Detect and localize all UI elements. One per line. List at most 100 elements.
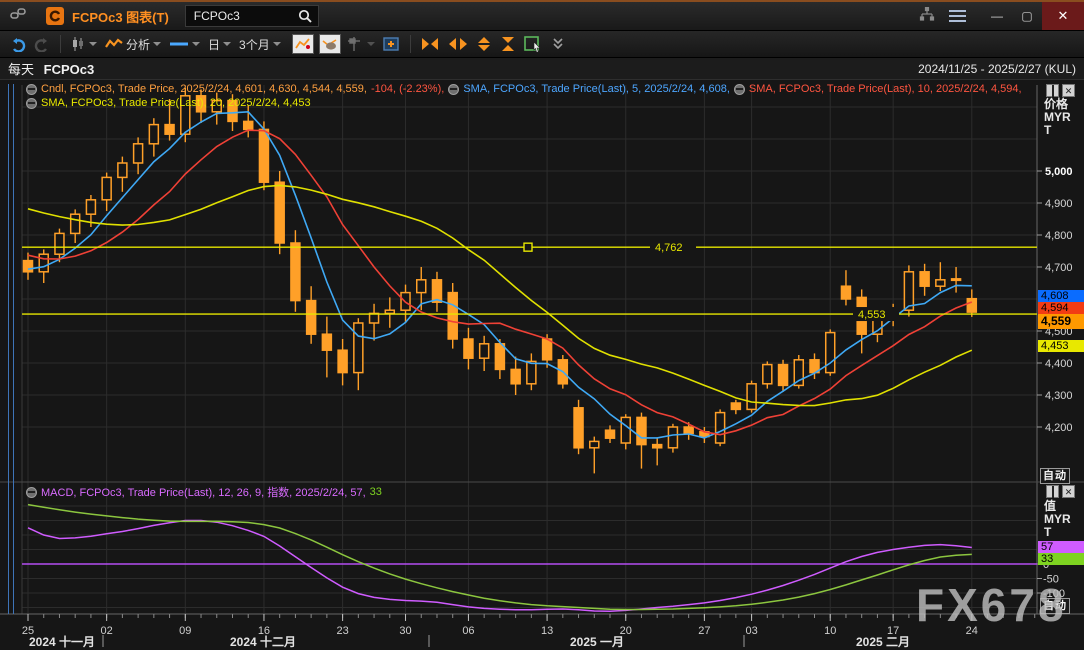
price-axis-auto-button[interactable]: 自动 [1040,468,1070,484]
menu-icon[interactable] [949,10,966,22]
macd-axis-auto-button[interactable]: 自动 [1040,598,1070,614]
panel-edge-handle[interactable] [8,84,14,614]
search-input[interactable] [186,9,296,23]
candle [606,425,615,443]
candle-body [385,310,394,313]
line-style-button[interactable] [166,38,203,50]
candle-body [574,408,583,448]
linked-windows-icon[interactable] [919,7,935,26]
legend-toggle-icon[interactable] [26,84,37,95]
search-icon[interactable] [296,8,314,24]
legend-toggle-icon[interactable] [26,98,37,109]
date-tick-label: 27 [698,625,710,637]
legend-candle: Cndl, FCPOc3, Trade Price, 2025/2/24, 4,… [41,83,367,95]
date-tick-label: 24 [966,625,978,637]
candle-body [668,427,677,448]
chart-preview-button[interactable] [292,34,314,54]
horizontal-trendline[interactable]: 4,762 [22,240,1037,254]
expand-horizontal-button[interactable] [417,35,443,53]
candle-body [590,441,599,447]
legend-toggle-icon[interactable] [734,84,745,95]
candle-body [763,365,772,384]
candle-body [354,323,363,373]
analysis-icon [105,38,123,50]
candle-body [606,430,615,438]
redo-button[interactable] [31,34,54,54]
compress-vertical-button[interactable] [497,34,519,54]
date-tick-label: 03 [745,625,757,637]
candle-body [165,125,174,135]
candle-body [39,254,48,272]
candle-body [244,121,253,129]
candle-body [464,339,473,358]
candle [448,283,457,349]
chart-plot[interactable]: 4,7624,553250209162330061320270310172420… [0,80,1084,650]
candle [637,413,646,469]
maximize-button[interactable]: ▢ [1012,2,1042,30]
date-tick-label: 13 [541,625,553,637]
annotate-chart-button[interactable] [319,34,341,54]
month-label: 2025 一月 [570,635,624,649]
titlebar-right-controls: — ▢ ✕ [919,2,1084,30]
candle-body [936,280,945,286]
horizontal-trendline[interactable]: 4,553 [22,307,1037,321]
indicator-value-box: 4,608 [1038,290,1084,302]
period-caret [223,42,231,46]
undo-button[interactable] [6,34,29,54]
legend-toggle-icon[interactable] [26,487,37,498]
range-button[interactable]: 3个月 [236,34,284,55]
more-tools-button[interactable] [549,35,567,53]
minimize-button[interactable]: — [982,2,1012,30]
compress-horizontal-button[interactable] [445,35,471,53]
legend-sma5: SMA, FCPOc3, Trade Price(Last), 5, 2025/… [463,83,730,95]
candle-body [511,369,520,383]
macd-tick-label: -50 [1043,574,1059,586]
candle [653,438,662,465]
legend-toggle-icon[interactable] [448,84,459,95]
macd-axis-t: T [1044,526,1071,539]
legend-sma10: SMA, FCPOc3, Trade Price(Last), 10, 2025… [749,83,1022,95]
select-region-button[interactable] [521,34,547,55]
candle [716,409,725,446]
candle [71,209,80,243]
indicator-value-box: 4,453 [1038,340,1084,352]
search-box[interactable] [185,5,319,27]
date-tick-label: 06 [462,625,474,637]
restore-panel-icon[interactable] [1046,485,1059,498]
candle-body [543,339,552,360]
candle-body [417,280,426,293]
link-icon[interactable] [10,7,26,26]
date-tick-label: 23 [336,625,348,637]
candle [322,317,331,378]
terminal-window: FCPOc3 图表(T) — ▢ ✕ 分析 [0,0,1084,649]
last-price-box: 4,559 [1038,314,1084,329]
candle [181,88,190,142]
chart-type-button[interactable] [67,34,100,54]
close-button[interactable]: ✕ [1042,2,1084,30]
toolbar-separator [410,35,411,53]
restore-panel-icon[interactable] [1046,84,1059,97]
candle [857,289,866,353]
candle [668,424,677,453]
period-button[interactable]: 日 [205,34,234,55]
candle [731,400,740,414]
chart-header: 每天 FCPOc3 2024/11/25 - 2025/2/27 (KUL) [0,58,1084,80]
candle [134,137,143,174]
add-panel-button[interactable] [380,34,404,54]
candle-body [495,344,504,370]
close-panel-icon[interactable]: ✕ [1062,84,1075,97]
macd-value-box: 33 [1038,553,1084,565]
candle [275,171,284,254]
line-style-caret [192,42,200,46]
chart-body: 4,7624,553250209162330061320270310172420… [0,80,1084,650]
period-label: 日 [208,36,220,53]
close-panel-icon[interactable]: ✕ [1062,485,1075,498]
candle-body [904,272,913,310]
macd-axis-unit: 值 MYR T [1044,500,1071,539]
candle-body [841,286,850,299]
trendline-handle[interactable] [524,243,532,251]
candle-body [731,403,740,409]
analysis-button[interactable]: 分析 [102,34,164,55]
expand-vertical-button[interactable] [473,34,495,54]
candlestick-series [24,88,977,474]
